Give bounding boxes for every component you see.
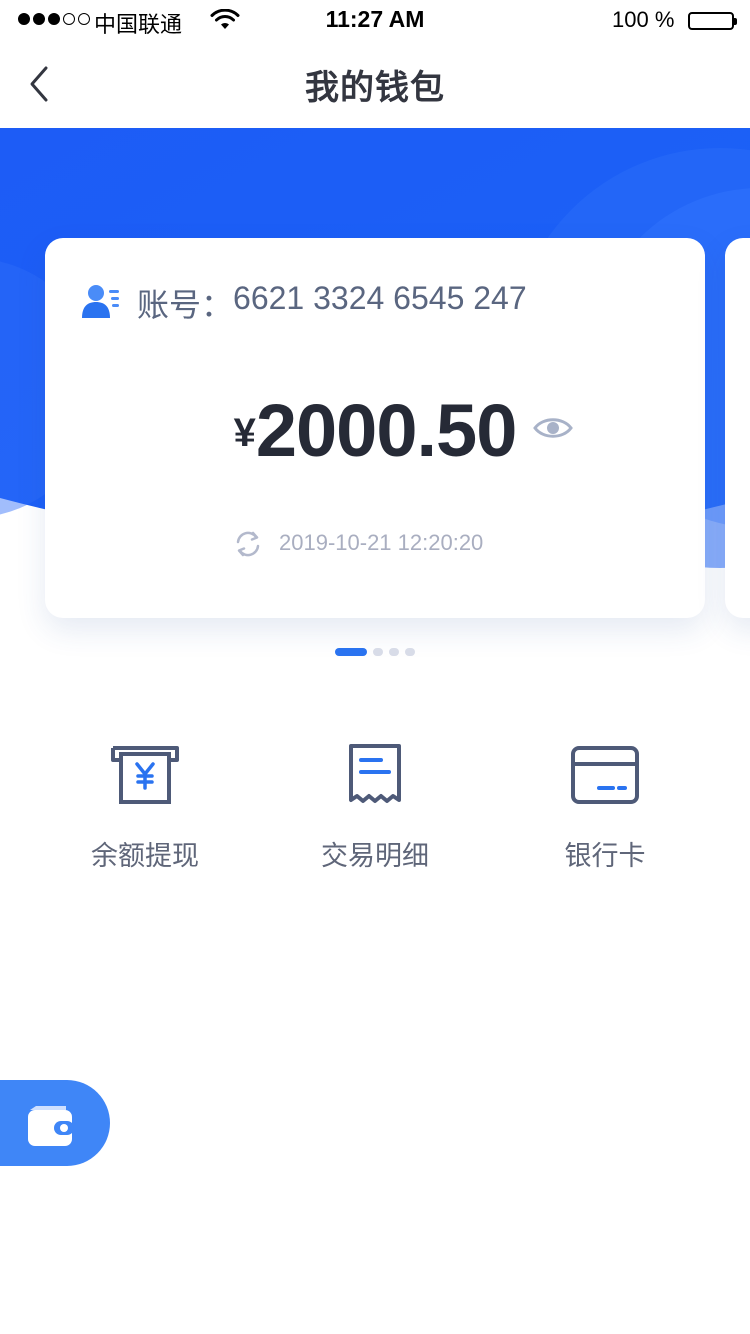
withdraw-label: 余额提现 [91, 841, 199, 872]
account-label: 账号： [137, 287, 234, 323]
pager-dot-active[interactable] [335, 648, 367, 656]
navigation-bar: 我的钱包 [0, 40, 750, 128]
balance-display: ¥2000.50 [45, 388, 705, 473]
account-number-row: 账号： 6621 3324 6545 247 [137, 280, 527, 326]
currency-symbol: ¥ [233, 411, 256, 455]
last-updated-time: 2019-10-21 12:20:20 [279, 530, 484, 555]
card-pager [335, 648, 415, 656]
transactions-action[interactable]: 交易明细 [275, 740, 475, 873]
bank-card-icon [569, 740, 641, 810]
pager-dot[interactable] [373, 648, 383, 656]
pager-dot[interactable] [389, 648, 399, 656]
battery-icon [688, 12, 737, 30]
account-number: 6621 3324 6545 247 [233, 280, 527, 316]
user-card-icon [82, 282, 122, 322]
battery-percentage: 100 % [612, 7, 675, 32]
status-bar: 中国联通 11:27 AM 100 % [0, 0, 750, 40]
refresh-icon[interactable] [234, 530, 262, 558]
transactions-label: 交易明细 [321, 841, 429, 872]
balance-amount: 2000.50 [255, 389, 517, 472]
wallet-icon [28, 1106, 74, 1146]
pager-dot[interactable] [405, 648, 415, 656]
withdraw-icon [109, 740, 181, 810]
bank-card-label: 银行卡 [564, 841, 646, 872]
next-wallet-card[interactable] [725, 238, 750, 618]
bank-card-action[interactable]: 银行卡 [505, 740, 705, 873]
page-title: 我的钱包 [305, 68, 445, 108]
receipt-icon [339, 740, 411, 810]
wallet-floating-button[interactable] [0, 1080, 110, 1166]
wallet-card[interactable]: 账号： 6621 3324 6545 247 ¥2000.50 2019-10-… [45, 238, 705, 618]
eye-icon[interactable] [533, 413, 573, 443]
withdraw-action[interactable]: 余额提现 [45, 740, 245, 873]
